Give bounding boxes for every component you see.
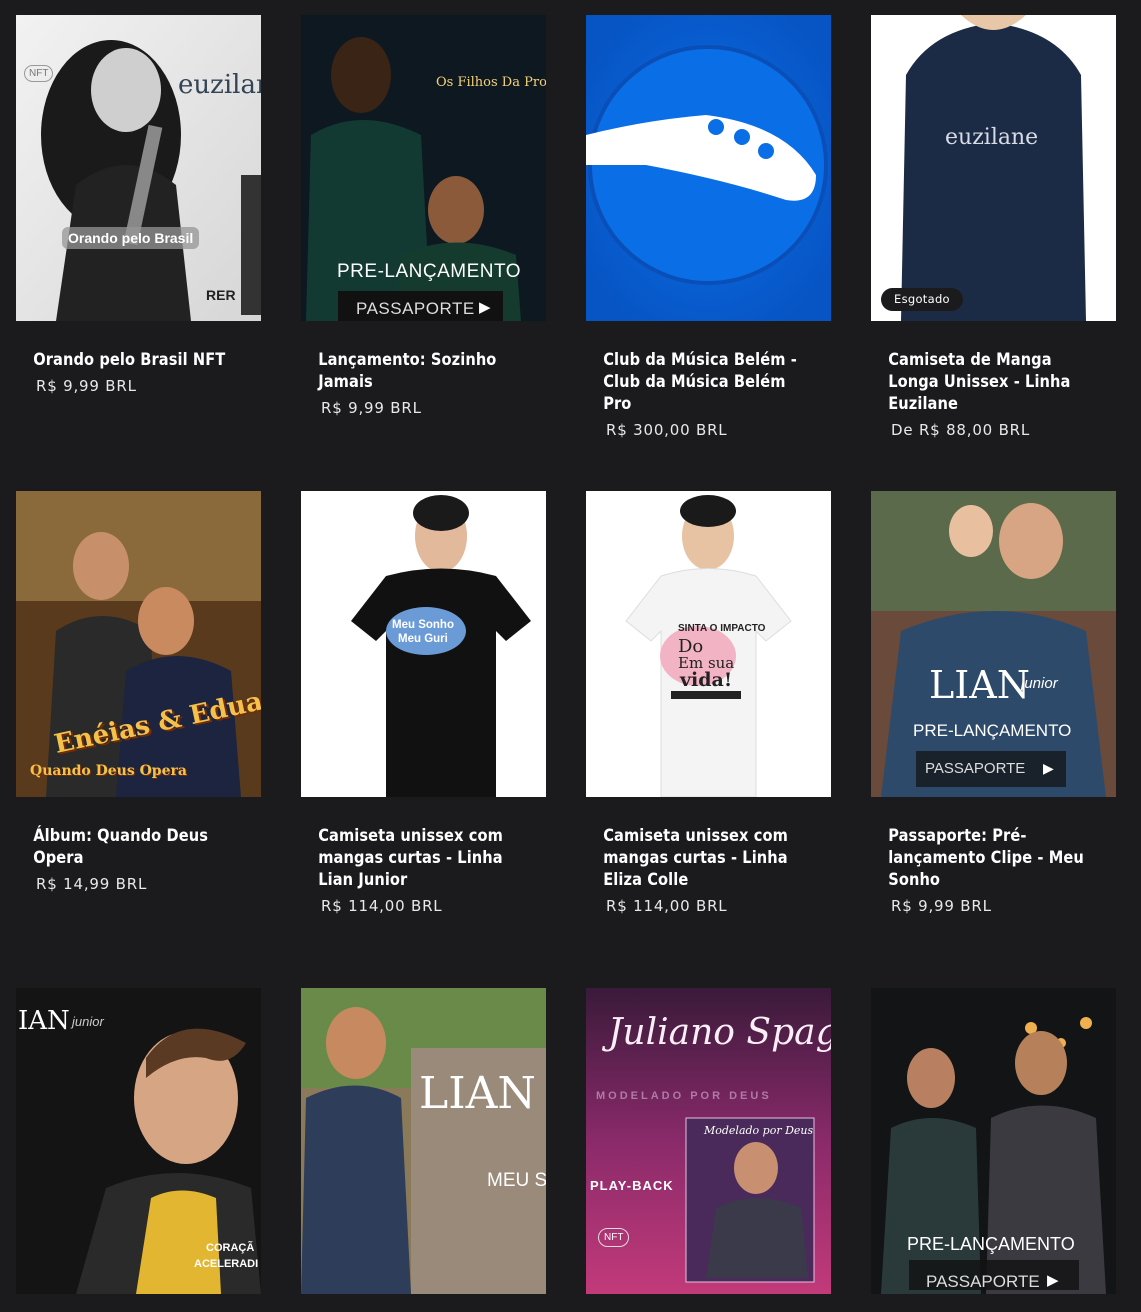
qrer-logo: RER	[206, 287, 236, 303]
play-icon: ▶	[1043, 760, 1054, 776]
product-image[interactable]: LIAN MEU S	[301, 988, 546, 1294]
album-cover	[16, 491, 261, 797]
product-card[interactable]: SINTA O IMPACTO Do Em sua vida! Camiseta…	[586, 491, 831, 915]
club-musica-logo	[586, 15, 831, 321]
product-title[interactable]: Camiseta unissex com mangas curtas - Lin…	[586, 825, 829, 891]
product-title[interactable]: Camiseta unissex com mangas curtas - Lin…	[301, 825, 544, 891]
playback-label: PLAY-BACK	[590, 1178, 674, 1193]
product-card[interactable]: PRE-LANÇAMENTO PASSAPORTE ▶	[871, 988, 1116, 1312]
product-price: R$ 9,99 BRL	[36, 377, 137, 395]
meu-sonho-text: MEU S	[487, 1170, 546, 1191]
product-card[interactable]: Juliano Spagnol MODELADO POR DEUS PLAY-B…	[586, 988, 831, 1312]
juliano-logo: Juliano Spagnol	[608, 1012, 831, 1053]
product-image[interactable]: Juliano Spagnol MODELADO POR DEUS PLAY-B…	[586, 988, 831, 1294]
product-card[interactable]: Orando pelo Brasil euzilane NFT RER Oran…	[16, 15, 261, 395]
product-card[interactable]: LIAN MEU S	[301, 988, 546, 1312]
product-card[interactable]: Meu Sonho Meu Guri Camiseta unissex com …	[301, 491, 546, 915]
product-image[interactable]: IAN junior CORAÇÃ ACELERADI	[16, 988, 261, 1294]
product-title[interactable]: Orando pelo Brasil NFT	[16, 349, 259, 371]
product-title[interactable]: Camiseta de Manga Longa Unissex - Linha …	[871, 349, 1114, 415]
product-price: R$ 14,99 BRL	[36, 875, 148, 893]
product-price: R$ 300,00 BRL	[606, 421, 728, 439]
orando-image	[16, 15, 261, 321]
shirt-text-4: vida!	[680, 669, 733, 691]
lian-logo: LIAN	[929, 663, 1030, 707]
passaporte-image	[871, 491, 1116, 797]
product-title[interactable]: Álbum: Quando Deus Opera	[16, 825, 259, 869]
product-price: R$ 9,99 BRL	[321, 399, 422, 417]
product-image[interactable]: SINTA O IMPACTO Do Em sua vida!	[586, 491, 831, 797]
junior-logo: junior	[72, 1014, 104, 1029]
product-image[interactable]: LIAN junior PRE-LANÇAMENTO PASSAPORTE ▶	[871, 491, 1116, 797]
product-card[interactable]: Os Filhos Da Promessa PRE-LANÇAMENTO PAS…	[301, 15, 546, 417]
nft-tag: NFT	[24, 65, 54, 82]
nft-tag: NFT	[598, 1228, 630, 1247]
image-line2: PASSAPORTE	[925, 760, 1026, 777]
shirt-text-1: Meu Sonho	[392, 619, 454, 631]
modelado-subtitle: MODELADO POR DEUS	[596, 1090, 772, 1102]
sold-out-badge: Esgotado	[881, 288, 963, 311]
image-line1: PRE-LANÇAMENTO	[913, 721, 1072, 740]
product-image[interactable]: Orando pelo Brasil euzilane NFT RER	[16, 15, 261, 321]
product-price: De R$ 88,00 BRL	[891, 421, 1031, 439]
play-icon: ▶	[479, 299, 491, 316]
sweatshirt-image	[871, 15, 1116, 321]
euzilane-logo: euzilane	[945, 125, 1039, 150]
product-price: R$ 114,00 BRL	[606, 897, 728, 915]
lian-logo: LIAN	[419, 1068, 536, 1119]
product-image[interactable]: PRE-LANÇAMENTO PASSAPORTE ▶	[871, 988, 1116, 1294]
product-title[interactable]: Passaporte: Pré-lançamento Clipe - Meu S…	[871, 825, 1114, 891]
meu-sonho-image	[301, 988, 546, 1294]
product-image[interactable]	[586, 15, 831, 321]
image-line1: PRE-LANÇAMENTO	[337, 261, 522, 282]
corner-text-1: CORAÇÃ	[206, 1242, 255, 1254]
tshirt-white-image	[586, 491, 831, 797]
product-price: R$ 9,99 BRL	[891, 897, 992, 915]
product-image[interactable]: Enéias & Eduardo Quando Deus Opera	[16, 491, 261, 797]
promessa-logo: Os Filhos Da Promessa	[436, 75, 546, 90]
image-line1: PRE-LANÇAMENTO	[907, 1234, 1075, 1254]
product-image[interactable]: euzilane Esgotado	[871, 15, 1116, 321]
shirt-text-1: SINTA O IMPACTO	[678, 623, 766, 634]
product-image[interactable]: Meu Sonho Meu Guri	[301, 491, 546, 797]
euzilane-logo: euzilane	[178, 70, 261, 100]
corner-text-2: ACELERADI	[194, 1258, 259, 1270]
inner-title: Modelado por Deus	[704, 1124, 814, 1137]
product-card[interactable]: Club da Música Belém - Club da Música Be…	[586, 15, 831, 439]
product-card[interactable]: LIAN junior PRE-LANÇAMENTO PASSAPORTE ▶ …	[871, 491, 1116, 915]
lian-logo: IAN	[18, 1006, 70, 1036]
image-line2: PASSAPORTE	[356, 299, 475, 318]
product-title[interactable]: Club da Música Belém - Club da Música Be…	[586, 349, 829, 415]
product-card[interactable]: Enéias & Eduardo Quando Deus Opera Álbum…	[16, 491, 261, 893]
shirt-text-2: Meu Guri	[398, 633, 448, 645]
album-subtitle: Quando Deus Opera	[30, 763, 187, 779]
product-price: R$ 114,00 BRL	[321, 897, 443, 915]
product-card[interactable]: IAN junior CORAÇÃ ACELERADI	[16, 988, 261, 1312]
play-icon: ▶	[1047, 1272, 1059, 1289]
product-grid: Orando pelo Brasil euzilane NFT RER Oran…	[0, 0, 1141, 1312]
image-line2: PASSAPORTE	[926, 1272, 1040, 1291]
product-image[interactable]: Os Filhos Da Promessa PRE-LANÇAMENTO PAS…	[301, 15, 546, 321]
product-title[interactable]: Lançamento: Sozinho Jamais	[301, 349, 544, 393]
junior-logo: junior	[1021, 675, 1058, 692]
product-card[interactable]: euzilane Esgotado Camiseta de Manga Long…	[871, 15, 1116, 439]
image-caption: Orando pelo Brasil	[62, 227, 200, 249]
